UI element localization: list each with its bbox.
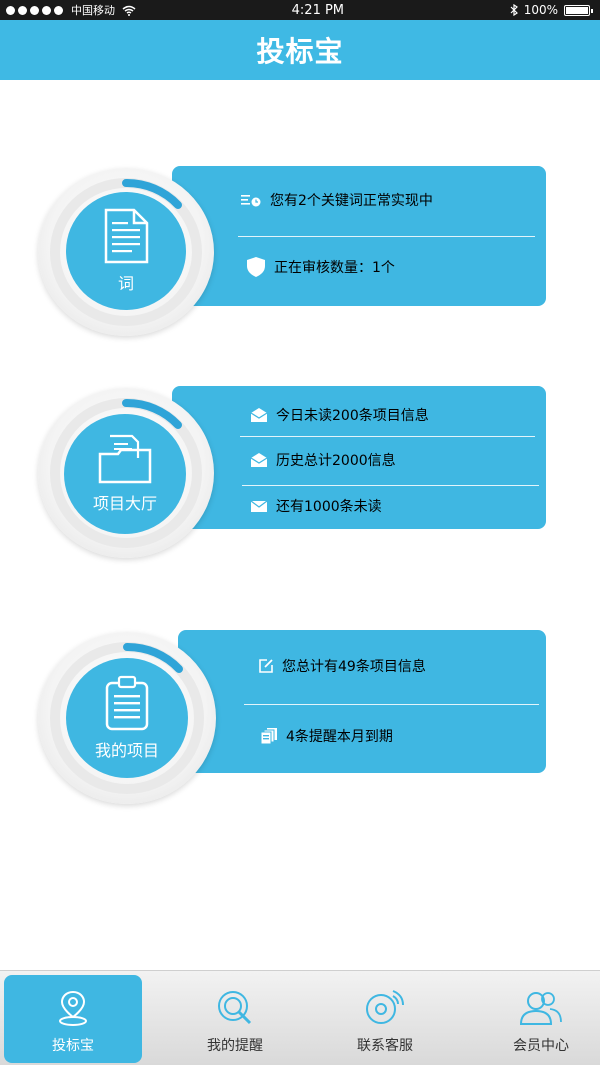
wifi-icon	[122, 5, 136, 16]
tab-member-center-label: 会员中心	[513, 1038, 569, 1054]
tab-customer-service-label: 联系客服	[357, 1038, 413, 1054]
open-mail-icon	[250, 453, 268, 467]
project-hall-badge[interactable]: 项目大厅	[64, 414, 186, 534]
review-count-item[interactable]: 正在审核数量：1个	[246, 256, 395, 278]
edit-icon	[259, 659, 273, 673]
status-bar: 中国移动 4:21 PM 100%	[0, 0, 600, 20]
status-time: 4:21 PM	[291, 2, 345, 18]
divider	[244, 704, 539, 705]
search-reminder-icon	[218, 991, 252, 1025]
shield-icon	[247, 257, 265, 277]
mail-icon	[250, 500, 268, 512]
members-icon	[519, 992, 562, 1025]
divider	[242, 485, 539, 486]
expiring-reminders-item[interactable]: 4条提醒本月到期	[260, 726, 393, 746]
page-title: 投标宝	[256, 35, 344, 68]
today-unread-text: 今日未读200条项目信息	[276, 408, 429, 424]
signal-dot	[18, 5, 27, 15]
keyword-status-text: 您有2个关键词正常实现中	[270, 193, 433, 209]
divider	[238, 236, 535, 237]
location-pin-icon	[59, 990, 87, 1026]
keyword-status-item[interactable]: 您有2个关键词正常实现中	[240, 190, 433, 210]
history-total-text: 历史总计2000信息	[276, 453, 396, 469]
signal-dot	[54, 5, 63, 15]
open-mail-icon	[250, 408, 268, 422]
list-clock-icon	[241, 195, 261, 207]
folder-document-icon	[98, 434, 152, 484]
remaining-unread-item[interactable]: 还有1000条未读	[250, 496, 382, 516]
carrier-name: 中国移动	[71, 4, 115, 17]
tab-customer-service[interactable]: 联系客服	[316, 975, 454, 1063]
stack-icon	[260, 728, 277, 745]
keyword-badge[interactable]: 词	[66, 192, 186, 310]
battery-percent: 100%	[523, 3, 558, 17]
tab-member-center[interactable]: 会员中心	[472, 975, 600, 1063]
signal-dot	[30, 5, 39, 15]
app-header: 投标宝	[0, 20, 600, 80]
divider	[240, 436, 535, 437]
battery-icon	[564, 4, 593, 16]
project-hall-label: 项目大厅	[92, 494, 157, 513]
document-icon	[104, 208, 149, 264]
my-projects-label: 我的项目	[94, 741, 159, 760]
bluetooth-icon	[510, 4, 518, 16]
signal-dot	[42, 5, 51, 15]
status-right: 100%	[510, 3, 594, 17]
keyword-label: 词	[117, 274, 134, 293]
bottom-nav: 投标宝 我的提醒 联系客服 会员中心	[0, 970, 600, 1065]
total-projects-text: 您总计有49条项目信息	[282, 659, 426, 675]
my-projects-badge[interactable]: 我的项目	[66, 658, 188, 778]
tab-my-reminders-label: 我的提醒	[207, 1038, 263, 1054]
clipboard-icon	[105, 675, 149, 731]
expiring-reminders-text: 4条提醒本月到期	[286, 729, 393, 745]
remaining-unread-text: 还有1000条未读	[276, 499, 382, 515]
tab-my-reminders[interactable]: 我的提醒	[166, 975, 304, 1063]
today-unread-item[interactable]: 今日未读200条项目信息	[250, 405, 429, 425]
history-total-item[interactable]: 历史总计2000信息	[250, 450, 396, 470]
signal-dot	[6, 5, 15, 15]
status-left: 中国移动	[6, 2, 206, 18]
my-projects-panel[interactable]	[178, 630, 546, 773]
tab-tender[interactable]: 投标宝	[4, 975, 142, 1063]
review-count-text: 正在审核数量：1个	[274, 260, 395, 276]
tab-tender-label: 投标宝	[52, 1038, 94, 1054]
customer-service-icon	[366, 990, 404, 1024]
total-projects-item[interactable]: 您总计有49条项目信息	[258, 656, 426, 676]
